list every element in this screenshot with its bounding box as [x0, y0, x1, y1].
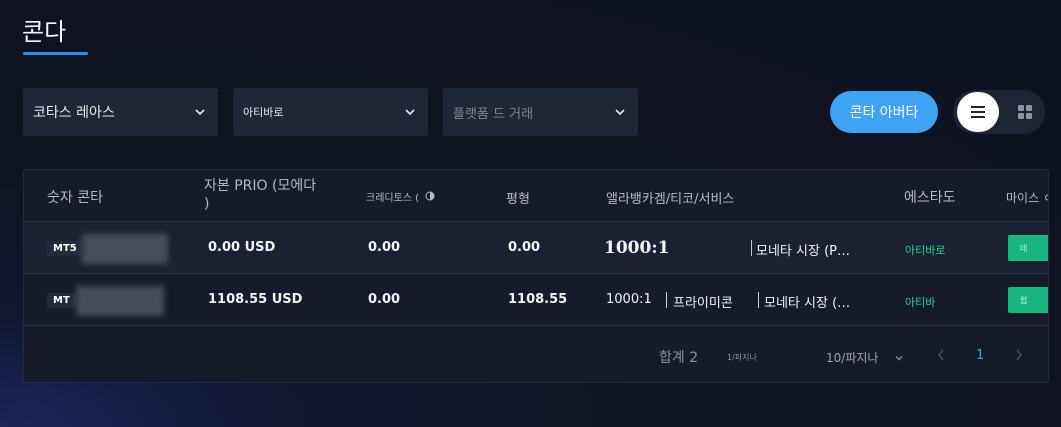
list-icon — [971, 106, 985, 118]
divider — [751, 240, 752, 256]
table-header: 숫자 콘타 자본 PRIO (모에다 ) 크레디토스 ( 평형 앨라뱅카겜/티코… — [24, 170, 1048, 222]
header-status: 에스타도 — [904, 190, 956, 206]
chevron-down-icon — [615, 109, 625, 116]
header-balance: 자본 PRIO (모에다 — [204, 178, 317, 194]
status-select[interactable]: 아티바로 — [233, 88, 428, 136]
credits-value: 0.00 — [368, 240, 401, 255]
balance-value: 1108.55 USD — [208, 292, 303, 307]
leverage-value: 1000:1 — [604, 238, 670, 258]
page-size-select[interactable]: 10/파지나 — [826, 349, 904, 366]
header-leverage-service: 앨라뱅카겜/티코/서비스 — [606, 192, 735, 207]
header-more: 마이스 ㅇ — [1006, 191, 1048, 205]
chevron-down-icon — [896, 355, 903, 360]
redacted-account-number — [82, 234, 168, 264]
chevron-down-icon — [195, 109, 205, 116]
platform-select[interactable]: 플랫폼 드 거래 — [443, 88, 638, 136]
info-icon[interactable] — [425, 191, 435, 201]
leverage-value: 1000:1 — [606, 292, 652, 307]
credits-value: 0.00 — [368, 292, 401, 307]
chevron-down-icon — [405, 109, 415, 116]
table-row[interactable]: MT5 0.00 USD 0.00 0.00 1000:1 모네타 시장 (P…… — [24, 222, 1048, 274]
page-title: 콘다 — [22, 18, 67, 46]
list-view-button[interactable] — [957, 92, 999, 132]
pagination-per-page-hint: 1/파지나 — [727, 353, 757, 362]
divider — [666, 292, 667, 308]
status-badge: 아티바로 — [905, 244, 946, 257]
page-size-value: 10/파지나 — [826, 351, 879, 365]
pagination-total: 합계 2 — [659, 350, 699, 366]
equity-value: 0.00 — [508, 240, 541, 255]
chevron-right-icon[interactable] — [1014, 348, 1024, 362]
page-title-underline — [23, 52, 88, 55]
account-type-value: 코타스 레아스 — [33, 105, 115, 121]
account-type-badge: MT5 — [47, 241, 83, 256]
row-action-button[interactable]: 윕 — [1008, 287, 1048, 313]
service-value: 모네타 시장 (P… — [756, 244, 850, 259]
account-type-select[interactable]: 코타스 레아스 — [23, 88, 218, 136]
divider — [758, 292, 759, 308]
service-value: 모네타 시장 (… — [764, 296, 851, 311]
status-value: 아티바로 — [243, 106, 284, 119]
tier-value: 프라이미콘 — [673, 296, 733, 311]
account-type-badge: MT — [47, 293, 76, 308]
redacted-account-number — [76, 286, 164, 316]
header-balance-close: ) — [204, 196, 210, 212]
header-credits: 크레디토스 ( — [366, 193, 420, 204]
status-badge: 아티바 — [905, 296, 936, 309]
view-toggle — [953, 90, 1045, 134]
page-number-current[interactable]: 1 — [976, 348, 984, 363]
equity-value: 1108.55 — [508, 292, 568, 307]
grid-view-button[interactable] — [1009, 92, 1041, 132]
table-row[interactable]: MT 1108.55 USD 0.00 1108.55 1000:1 프라이미콘… — [24, 274, 1048, 326]
header-equity: 평형 — [506, 192, 530, 207]
grid-icon — [1018, 105, 1032, 119]
row-action-button[interactable]: 데 — [1008, 235, 1048, 261]
platform-placeholder: 플랫폼 드 거래 — [453, 106, 534, 122]
balance-value: 0.00 USD — [208, 240, 276, 255]
open-account-button[interactable]: 콘타 아버타 — [830, 91, 938, 133]
chevron-left-icon[interactable] — [936, 348, 946, 362]
header-account-number: 숫자 콘타 — [47, 190, 103, 206]
